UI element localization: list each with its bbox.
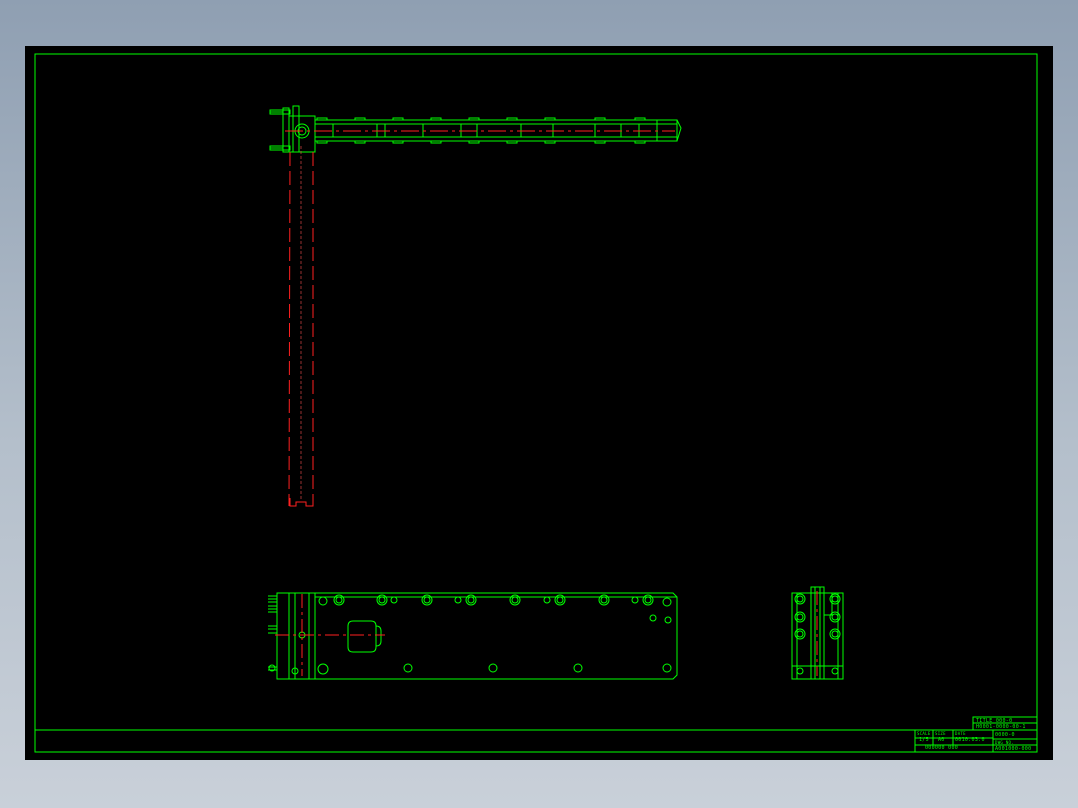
company-name: 000000 000 (925, 745, 959, 751)
hidden-lines (275, 130, 818, 676)
front-view (268, 592, 678, 680)
sheet-border (34, 53, 1038, 753)
drawing-number: A001000-000 (995, 746, 1032, 752)
cad-viewport[interactable]: TITLE 000-0 H0001-0000-00-1 SCALE 1/5 SI… (25, 46, 1053, 760)
date-value: 0010.03.0 (955, 737, 985, 743)
scale-value: 1/5 (919, 737, 929, 743)
top-view (269, 105, 682, 153)
title-part-number: H0001-0000-00-1 (976, 724, 1026, 730)
cad-drawing-canvas (34, 53, 1038, 753)
part-name: 0000-0 (995, 732, 1015, 738)
size-value: A0 (938, 737, 945, 743)
